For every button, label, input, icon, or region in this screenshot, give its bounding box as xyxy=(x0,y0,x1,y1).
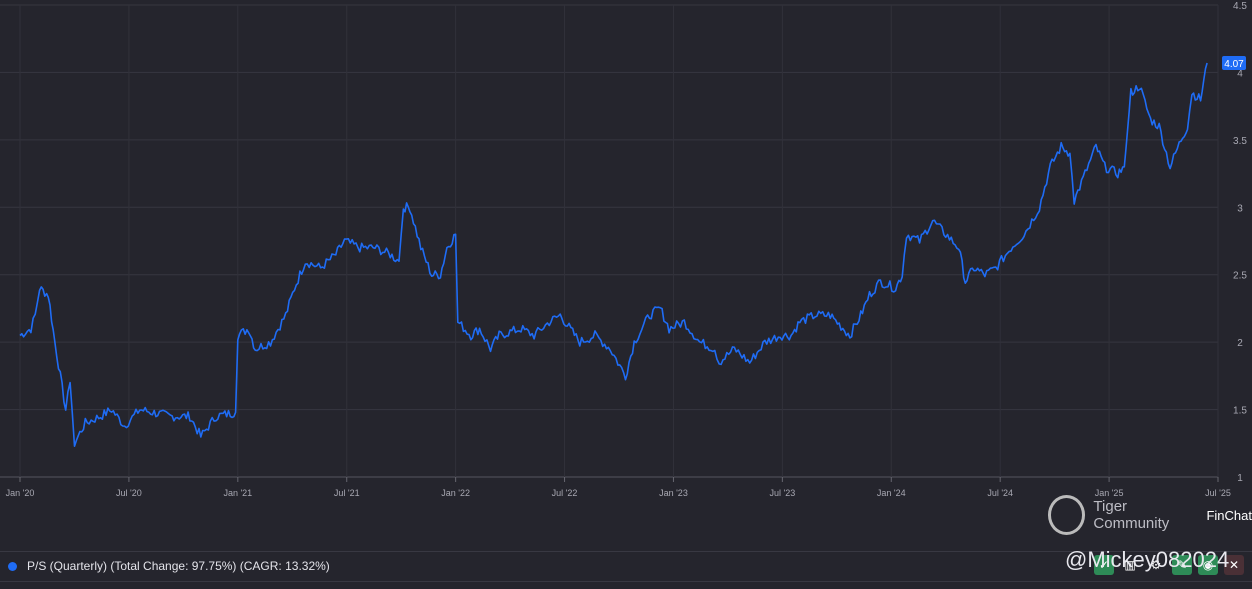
x-tick-label: Jan '23 xyxy=(659,488,688,498)
watermark-app: FinChat xyxy=(1206,507,1252,523)
x-tick-label: Jan '22 xyxy=(441,488,470,498)
tiger-logo-icon xyxy=(1048,495,1086,535)
y-tick-label: 3.5 xyxy=(1233,136,1247,147)
x-tick-label: Jul '23 xyxy=(769,488,795,498)
x-tick-label: Jul '24 xyxy=(987,488,1013,498)
y-tick-label: 3 xyxy=(1237,203,1243,214)
y-tick-label: 4 xyxy=(1237,68,1243,79)
series-color-dot xyxy=(8,562,17,571)
y-tick-label: 2 xyxy=(1237,338,1243,349)
y-tick-label: 4.5 xyxy=(1233,1,1247,12)
x-tick-label: Jan '21 xyxy=(223,488,252,498)
series-line xyxy=(19,62,1208,448)
y-tick-label: 1 xyxy=(1237,473,1243,484)
x-tick-label: Jul '21 xyxy=(334,488,360,498)
x-tick-label: Jul '20 xyxy=(116,488,142,498)
x-tick-label: Jan '20 xyxy=(6,488,35,498)
y-tick-label: 2.5 xyxy=(1233,271,1247,282)
ps-ratio-chart: 1 1.5 2 2.5 3 3.5 4 4.5 Jan '20 Jul '20 Jan '21 Jul… xyxy=(0,1,1247,498)
last-value-label: 4.07 xyxy=(1224,59,1244,70)
watermark-handle: @Mickey082024 xyxy=(1065,547,1230,572)
watermark-brand: Tiger Community xyxy=(1093,498,1170,532)
x-tick-label: Jan '24 xyxy=(877,488,906,498)
y-tick-label: 1.5 xyxy=(1233,406,1247,417)
x-tick-label: Jul '22 xyxy=(552,488,578,498)
legend-label[interactable]: P/S (Quarterly) (Total Change: 97.75%) (… xyxy=(27,559,330,573)
watermark: Tiger Community FinChat xyxy=(1048,495,1252,535)
